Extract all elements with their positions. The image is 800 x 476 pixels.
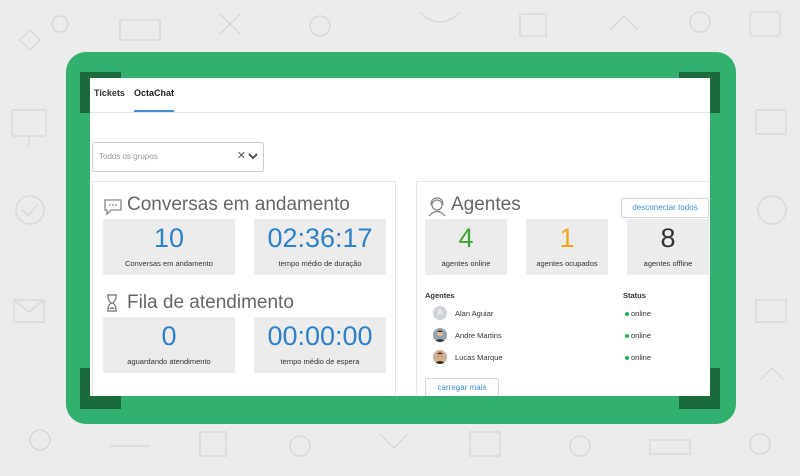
- agent-row[interactable]: Andre Martins online: [431, 328, 710, 348]
- agents-title: Agentes: [451, 194, 521, 215]
- load-more-button[interactable]: carregar mais: [425, 378, 499, 396]
- conversations-panel: Conversas em andamento 10 Conversas em a…: [92, 181, 396, 396]
- online-status-dot: [625, 312, 629, 316]
- online-status-dot: [625, 334, 629, 338]
- tab-tickets[interactable]: Tickets: [94, 88, 125, 110]
- stat-value: 1: [559, 223, 575, 253]
- stat-label: agentes online: [441, 259, 491, 268]
- avatar: A: [433, 306, 447, 320]
- stat-avg-wait: 00:00:00 tempo médio de espera: [254, 317, 386, 373]
- online-status-dot: [625, 356, 629, 360]
- agent-name: Lucas Marque: [455, 353, 503, 362]
- stat-value: 4: [458, 223, 474, 253]
- stat-label: aguardando atendimento: [127, 357, 211, 366]
- hourglass-icon: [107, 294, 117, 312]
- stat-active-conversations: 10 Conversas em andamento: [103, 219, 235, 275]
- group-filter-select[interactable]: Todos os grupos ✕: [92, 142, 264, 172]
- agent-headset-icon: [428, 197, 446, 217]
- agent-status: online: [631, 331, 652, 340]
- agent-status: online: [631, 353, 652, 362]
- queue-title: Fila de atendimento: [127, 292, 294, 313]
- tab-octachat[interactable]: OctaChat: [134, 88, 175, 112]
- chevron-down-icon[interactable]: [247, 150, 259, 162]
- tab-bar: Tickets OctaChat: [90, 78, 710, 113]
- agent-name: Andre Martins: [455, 331, 502, 340]
- stat-label: tempo médio de espera: [280, 357, 360, 366]
- clear-icon[interactable]: ✕: [237, 149, 246, 162]
- stat-value: 02:36:17: [267, 223, 373, 253]
- stat-label: agentes ocupados: [536, 259, 598, 268]
- group-filter-placeholder: Todos os grupos: [99, 152, 158, 161]
- disconnect-all-button[interactable]: desconectar todos: [621, 198, 709, 218]
- agent-status: online: [631, 309, 652, 318]
- avatar: [433, 350, 447, 364]
- stat-label: Conversas em andamento: [125, 259, 213, 268]
- stat-waiting: 0 aguardando atendimento: [103, 317, 235, 373]
- stat-value: 0: [161, 321, 177, 351]
- stat-label: agentes offline: [643, 259, 693, 268]
- stat-value: 10: [153, 223, 185, 253]
- chat-bubble-icon: [104, 199, 122, 216]
- stat-value: 8: [660, 223, 676, 253]
- column-header-status: Status: [623, 291, 646, 300]
- avatar: [433, 328, 447, 342]
- stat-label: tempo médio de duração: [278, 259, 362, 268]
- stat-agents-offline: 8 agentes offline: [627, 219, 709, 275]
- column-header-agent: Agentes: [425, 291, 455, 300]
- agents-panel: Agentes desconectar todos 4 agentes onli…: [416, 181, 710, 396]
- agent-row[interactable]: Lucas Marque online: [431, 350, 710, 370]
- stat-value: 00:00:00: [267, 321, 373, 351]
- stat-agents-online: 4 agentes online: [425, 219, 507, 275]
- stat-avg-duration: 02:36:17 tempo médio de duração: [254, 219, 386, 275]
- conversations-title: Conversas em andamento: [127, 194, 350, 215]
- agent-name: Alan Aguiar: [455, 309, 494, 318]
- dashboard-screen: Tickets OctaChat Todos os grupos ✕ Conve…: [90, 78, 710, 396]
- stat-agents-busy: 1 agentes ocupados: [526, 219, 608, 275]
- agent-row[interactable]: A Alan Aguiar online: [431, 306, 710, 326]
